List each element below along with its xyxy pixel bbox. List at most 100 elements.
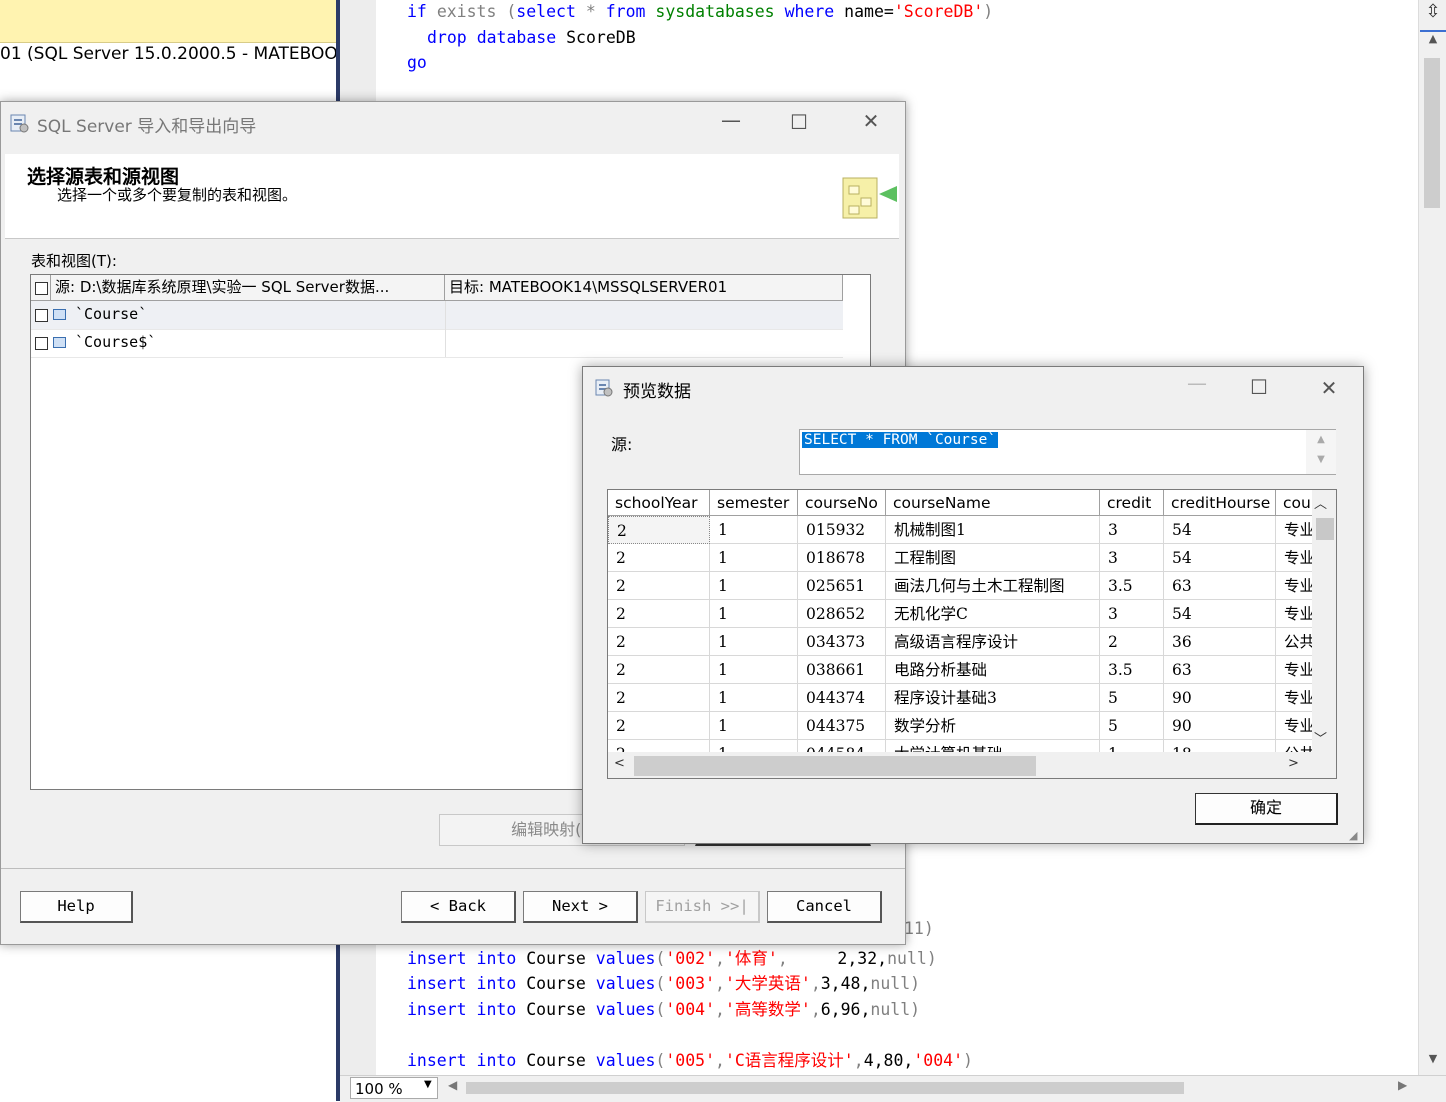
grid-cell[interactable]: 2 bbox=[1100, 628, 1164, 656]
grid-cell[interactable]: 1 bbox=[710, 656, 798, 684]
grid-hscroll-thumb[interactable] bbox=[634, 756, 1036, 776]
cancel-button[interactable]: Cancel bbox=[767, 891, 882, 923]
grid-cell[interactable]: 90 bbox=[1164, 684, 1276, 712]
grid-cell[interactable]: 无机化学C bbox=[886, 600, 1100, 628]
grid-cell[interactable]: 015932 bbox=[798, 516, 886, 544]
wizard-titlebar[interactable]: SQL Server 导入和导出向导 — ☐ ✕ bbox=[9, 108, 899, 138]
finish-button[interactable]: Finish >>| bbox=[645, 891, 760, 923]
grid-cell[interactable]: 2 bbox=[608, 712, 710, 740]
grid-cell[interactable]: 2 bbox=[608, 600, 710, 628]
column-header[interactable]: creditHourse bbox=[1164, 490, 1276, 516]
column-header[interactable]: schoolYear bbox=[608, 490, 710, 516]
table-row[interactable]: `Course` bbox=[31, 301, 843, 330]
source-query-box[interactable]: SELECT * FROM `Course` ▲ ▼ bbox=[799, 429, 1336, 475]
grid-cell[interactable]: 程序设计基础3 bbox=[886, 684, 1100, 712]
preview-grid[interactable]: schoolYear semester courseNo courseName cred… bbox=[607, 489, 1337, 779]
column-header[interactable]: courseNo bbox=[798, 490, 886, 516]
grid-cell[interactable]: 3 bbox=[1100, 544, 1164, 572]
editor-hscroll-thumb[interactable] bbox=[466, 1082, 1184, 1094]
grid-cell[interactable]: 63 bbox=[1164, 572, 1276, 600]
scroll-down-arrow-icon[interactable]: ▼ bbox=[1420, 1052, 1446, 1072]
select-all-checkbox[interactable] bbox=[35, 282, 48, 295]
chevron-down-icon[interactable]: ﹀ bbox=[1314, 728, 1327, 747]
close-button[interactable]: ✕ bbox=[851, 109, 891, 133]
close-button[interactable]: ✕ bbox=[1309, 376, 1349, 400]
editor-vscroll-thumb[interactable] bbox=[1424, 58, 1440, 208]
grid-cell[interactable]: 90 bbox=[1164, 712, 1276, 740]
grid-cell[interactable]: 1 bbox=[710, 544, 798, 572]
grid-cell[interactable]: 电路分析基础 bbox=[886, 656, 1100, 684]
grid-cell[interactable]: 2 bbox=[608, 572, 710, 600]
grid-cell[interactable]: 机械制图1 bbox=[886, 516, 1100, 544]
grid-cell[interactable]: 3 bbox=[1100, 600, 1164, 628]
next-button[interactable]: Next > bbox=[523, 891, 638, 923]
maximize-button[interactable]: ☐ bbox=[779, 110, 819, 134]
scroll-right-arrow-icon[interactable]: ▶ bbox=[1398, 1078, 1407, 1092]
column-header-target[interactable]: 目标: MATEBOOK14\MSSQLSERVER01 bbox=[445, 275, 843, 300]
grid-cell[interactable]: 2 bbox=[608, 544, 710, 572]
grid-cell[interactable]: 1 bbox=[710, 572, 798, 600]
row-checkbox[interactable] bbox=[35, 337, 48, 350]
maximize-button[interactable]: ☐ bbox=[1239, 375, 1279, 399]
column-header[interactable]: semester bbox=[710, 490, 798, 516]
scroll-left-arrow-icon[interactable]: ◀ bbox=[448, 1078, 457, 1092]
grid-cell[interactable]: 1 bbox=[710, 516, 798, 544]
grid-cell[interactable]: 2 bbox=[608, 656, 710, 684]
grid-cell[interactable]: 1 bbox=[710, 712, 798, 740]
column-header[interactable]: credit bbox=[1100, 490, 1164, 516]
grid-cell[interactable]: 018678 bbox=[798, 544, 886, 572]
grid-cell[interactable]: 2 bbox=[608, 516, 710, 544]
grid-cell[interactable]: 028652 bbox=[798, 600, 886, 628]
query-box-scrollbar[interactable]: ▲ ▼ bbox=[1306, 430, 1336, 474]
grid-cell[interactable]: 025651 bbox=[798, 572, 886, 600]
server-node[interactable]: 01 (SQL Server 15.0.2000.5 - MATEBOOK14\ bbox=[0, 44, 338, 64]
grid-cell[interactable]: 63 bbox=[1164, 656, 1276, 684]
minimize-button[interactable]: — bbox=[711, 108, 751, 132]
wizard-title: SQL Server 导入和导出向导 bbox=[37, 117, 257, 137]
grid-cell[interactable]: 3.5 bbox=[1100, 572, 1164, 600]
grid-cell[interactable]: 038661 bbox=[798, 656, 886, 684]
chevron-right-icon[interactable]: > bbox=[1288, 756, 1299, 771]
grid-cell[interactable]: 1 bbox=[710, 600, 798, 628]
object-explorer-selected-node[interactable] bbox=[0, 0, 338, 43]
scroll-up-arrow-icon[interactable]: ▲ bbox=[1420, 30, 1446, 52]
grid-cell[interactable]: 36 bbox=[1164, 628, 1276, 656]
table-row[interactable]: `Course$` bbox=[31, 329, 843, 358]
chevron-left-icon[interactable]: < bbox=[614, 756, 625, 771]
row-checkbox[interactable] bbox=[35, 309, 48, 322]
grid-cell[interactable]: 高级语言程序设计 bbox=[886, 628, 1100, 656]
help-button[interactable]: Help bbox=[20, 891, 133, 923]
split-window-icon[interactable]: ⇳ bbox=[1420, 0, 1446, 26]
grid-cell[interactable]: 54 bbox=[1164, 544, 1276, 572]
back-button[interactable]: < Back bbox=[401, 891, 516, 923]
select-all-cell[interactable] bbox=[31, 275, 51, 300]
grid-vertical-scrollbar[interactable]: ︿ ﹀ bbox=[1312, 490, 1336, 752]
column-header-source[interactable]: 源: D:\数据库系统原理\实验一 SQL Server数据... bbox=[51, 275, 445, 300]
grid-cell[interactable]: 2 bbox=[608, 628, 710, 656]
grid-cell[interactable]: 2 bbox=[608, 684, 710, 712]
grid-cell[interactable]: 1 bbox=[710, 628, 798, 656]
column-header[interactable]: courseName bbox=[886, 490, 1100, 516]
wizard-footer-divider bbox=[1, 868, 905, 869]
grid-cell[interactable]: 画法几何与土木工程制图 bbox=[886, 572, 1100, 600]
grid-cell[interactable]: 3 bbox=[1100, 516, 1164, 544]
grid-horizontal-scrollbar[interactable]: < > bbox=[608, 752, 1312, 778]
grid-cell[interactable]: 034373 bbox=[798, 628, 886, 656]
grid-cell[interactable]: 3.5 bbox=[1100, 656, 1164, 684]
grid-cell[interactable]: 54 bbox=[1164, 600, 1276, 628]
grid-cell[interactable]: 5 bbox=[1100, 712, 1164, 740]
grid-vscroll-thumb[interactable] bbox=[1316, 518, 1334, 540]
chevron-up-icon[interactable]: ︿ bbox=[1314, 493, 1327, 512]
minimize-button: — bbox=[1187, 371, 1207, 395]
resize-grip-icon[interactable]: ◢ bbox=[1349, 829, 1357, 842]
grid-cell[interactable]: 044374 bbox=[798, 684, 886, 712]
ok-button[interactable]: 确定 bbox=[1195, 793, 1338, 825]
grid-cell[interactable]: 1 bbox=[710, 684, 798, 712]
grid-cell[interactable]: 数学分析 bbox=[886, 712, 1100, 740]
grid-cell[interactable]: 54 bbox=[1164, 516, 1276, 544]
chevron-down-icon[interactable]: ▼ bbox=[424, 1079, 432, 1090]
grid-cell[interactable]: 工程制图 bbox=[886, 544, 1100, 572]
grid-cell[interactable]: 5 bbox=[1100, 684, 1164, 712]
source-query-text[interactable]: SELECT * FROM `Course` bbox=[802, 432, 999, 448]
grid-cell[interactable]: 044375 bbox=[798, 712, 886, 740]
